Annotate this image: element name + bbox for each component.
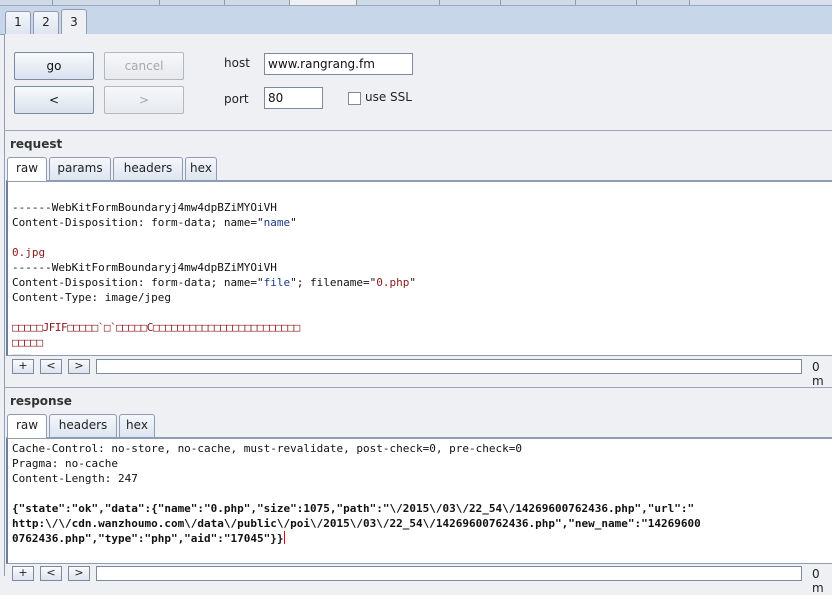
request-raw-textarea[interactable]: ------WebKitFormBoundaryj4mw4dpBZiMYOiVH… [6,181,832,356]
outer-tab-stub-selected[interactable] [290,0,357,5]
port-label: port [224,92,249,106]
request-line: Content-Disposition: form-data; name="na… [12,215,297,230]
text-caret [283,531,285,544]
response-tabbar: raw headers hex [6,414,832,438]
outer-tab-stub[interactable] [576,0,637,5]
response-tab-raw[interactable]: raw [7,414,47,438]
request-tab-headers[interactable]: headers [113,157,183,180]
request-line: ------WebKitFormBoundaryj4mw4dpBZiMYOiVH [12,201,277,214]
forward-button[interactable]: > [104,86,184,114]
host-input[interactable]: www.rangrang.fm [264,53,413,75]
response-match-count: 0 m [812,567,824,595]
response-json-line: {"state":"ok","data":{"name":"0.php","si… [12,502,695,515]
use-ssl-checkbox[interactable] [348,92,361,105]
request-line: Content-Type: image/jpeg [12,291,171,304]
response-tab-headers[interactable]: headers [49,414,117,437]
request-line: ------WebKitFormBoundaryj4mw4dpBZiMYOiVH [12,261,277,274]
response-line: Content-Length: 247 [12,472,138,485]
request-search-prev-button[interactable]: < [40,359,62,374]
request-tab-params[interactable]: params [49,157,111,180]
tab-1[interactable]: 1 [5,11,31,34]
outer-tab-stub[interactable] [53,0,160,5]
response-line: Cache-Control: no-store, no-cache, must-… [12,442,522,455]
outer-tab-stub[interactable] [637,0,690,5]
back-button[interactable]: < [14,86,94,114]
request-search-toolbar: + < > 0 m [6,357,832,388]
header-text: " [290,216,297,229]
outer-tab-stub[interactable] [440,0,501,5]
request-line: Content-Disposition: form-data; name="fi… [12,275,416,290]
request-match-count: 0 m [812,360,824,388]
port-input[interactable]: 80 [264,87,323,109]
response-raw-textarea[interactable]: Cache-Control: no-store, no-cache, must-… [6,438,832,564]
request-tabbar: raw params headers hex [6,157,832,181]
request-tab-hex[interactable]: hex [185,157,217,180]
host-label: host [224,56,250,70]
outer-tab-stub[interactable] [160,0,225,5]
header-text: Content-Disposition: form-data; name=" [12,216,264,229]
request-binary-line: □□□ [12,350,31,355]
field-name-value: name [263,216,291,229]
response-search-plus-button[interactable]: + [12,566,34,581]
request-binary-line: □□□□□ [12,336,43,349]
session-tabbar: 1 2 3 [0,6,832,35]
header-text: Content-Disposition: form-data; name=" [12,276,264,289]
request-search-next-button[interactable]: > [68,359,90,374]
response-search-input[interactable] [96,566,802,581]
request-line: 0.jpg [12,246,46,259]
response-json-line: 0762436.php","type":"php","aid":"17045"}… [12,531,285,546]
response-title: response [10,394,72,408]
response-json-text: 0762436.php","type":"php","aid":"17045"}… [12,532,284,545]
cancel-button[interactable]: cancel [104,52,184,80]
request-title: request [10,137,63,151]
outer-tab-stub[interactable] [0,0,53,5]
tab-2[interactable]: 2 [33,11,59,34]
filename-value: 0.php [376,276,410,289]
field-name-value: file [263,276,291,289]
response-search-prev-button[interactable]: < [40,566,62,581]
response-line: Pragma: no-cache [12,457,118,470]
outer-tab-stub[interactable] [225,0,290,5]
request-binary-line: □□□□□JFIF□□□□□`□`□□□□□C□□□□□□□□□□□□□□□□□… [12,321,300,334]
response-divider [4,387,832,388]
header-text: " [409,276,417,289]
response-search-toolbar: + < > 0 m [6,564,832,595]
request-tab-raw[interactable]: raw [7,157,47,181]
use-ssl-label: use SSL [365,90,412,104]
go-button[interactable]: go [14,52,94,80]
header-text: "; filename=" [290,276,377,289]
response-search-next-button[interactable]: > [68,566,90,581]
request-search-input[interactable] [96,359,802,374]
request-search-plus-button[interactable]: + [12,359,34,374]
response-tab-hex[interactable]: hex [119,414,155,437]
outer-tab-stub[interactable] [357,0,440,5]
outer-tab-stub[interactable] [501,0,576,5]
tab-3[interactable]: 3 [61,9,87,35]
request-divider [4,130,832,131]
response-json-line: http:\/\/cdn.wanzhoumo.com\/data\/public… [12,517,701,530]
